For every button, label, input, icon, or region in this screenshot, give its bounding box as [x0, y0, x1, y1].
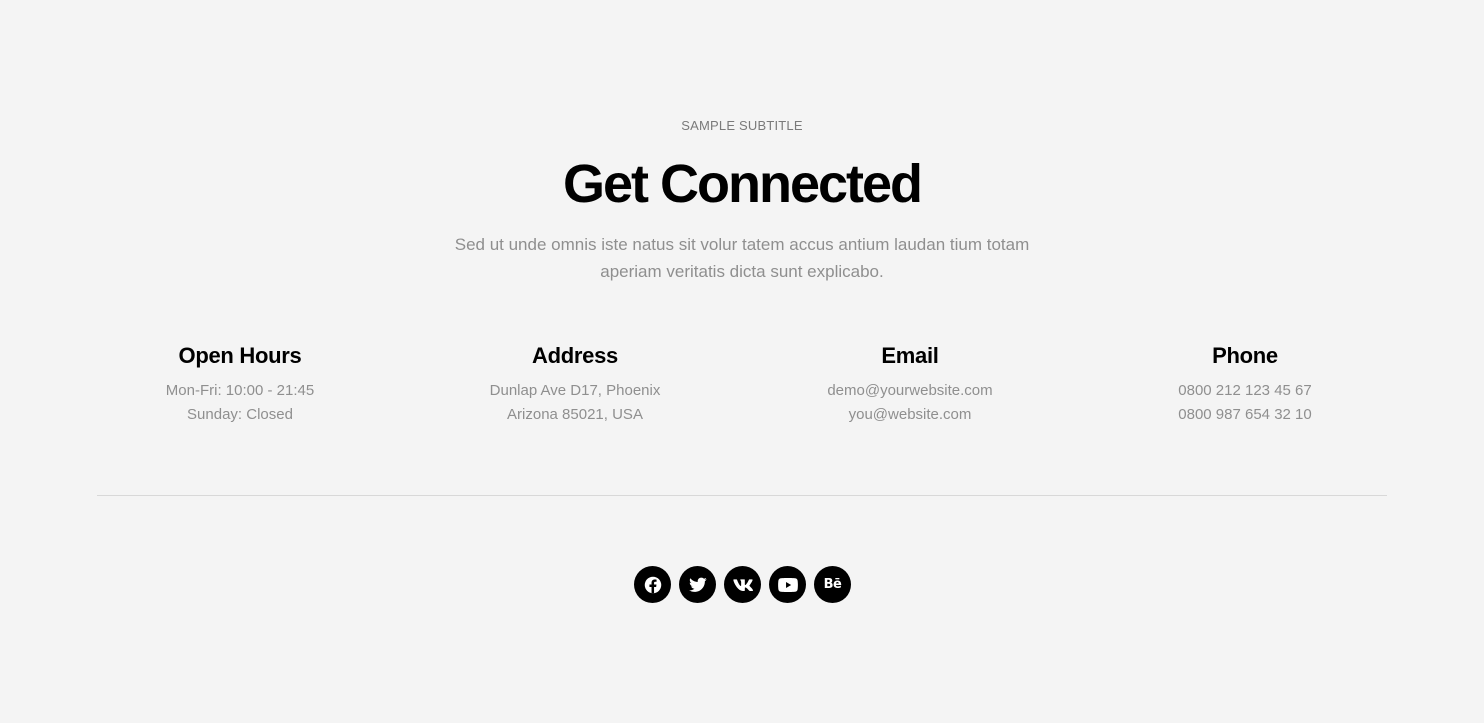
behance-icon: Bē — [823, 577, 842, 592]
phone-heading: Phone — [1212, 343, 1278, 368]
twitter-button[interactable] — [679, 566, 716, 603]
phone-block: Phone 0800 212 123 45 67 0800 987 654 32… — [1077, 341, 1413, 427]
facebook-button[interactable] — [634, 566, 671, 603]
phone-link-2[interactable]: 0800 987 654 32 10 — [1077, 403, 1413, 427]
youtube-button[interactable] — [769, 566, 806, 603]
twitter-icon — [688, 577, 707, 592]
open-hours-sunday: Sunday: Closed — [187, 406, 293, 423]
section-description: Sed ut unde omnis iste natus sit volur t… — [454, 235, 1030, 281]
behance-button[interactable]: Bē — [814, 566, 851, 603]
email-link-2[interactable]: you@website.com — [742, 403, 1078, 427]
vk-icon — [732, 578, 753, 591]
email-block: Email demo@yourwebsite.com you@website.c… — [742, 341, 1078, 427]
open-hours-heading: Open Hours — [178, 343, 302, 368]
youtube-icon — [777, 577, 798, 592]
section-divider — [97, 495, 1387, 496]
section-title: Get Connected — [562, 154, 923, 214]
address-line-1: Dunlap Ave D17, Phoenix — [489, 382, 661, 399]
vk-button[interactable] — [724, 566, 761, 603]
email-heading: Email — [881, 343, 939, 368]
open-hours-weekday: Mon-Fri: 10:00 - 21:45 — [165, 382, 315, 399]
address-block: Address Dunlap Ave D17, Phoenix Arizona … — [407, 341, 743, 427]
email-link-1[interactable]: demo@yourwebsite.com — [742, 379, 1078, 403]
contact-section: SAMPLE SUBTITLE Get Connected Sed ut und… — [0, 0, 1484, 723]
facebook-icon — [644, 576, 661, 593]
open-hours-block: Open Hours Mon-Fri: 10:00 - 21:45 Sunday… — [72, 341, 408, 427]
address-heading: Address — [532, 343, 618, 368]
social-links: Bē — [634, 566, 851, 603]
section-subtitle: SAMPLE SUBTITLE — [681, 118, 803, 133]
phone-link-1[interactable]: 0800 212 123 45 67 — [1077, 379, 1413, 403]
address-line-2: Arizona 85021, USA — [507, 406, 643, 423]
